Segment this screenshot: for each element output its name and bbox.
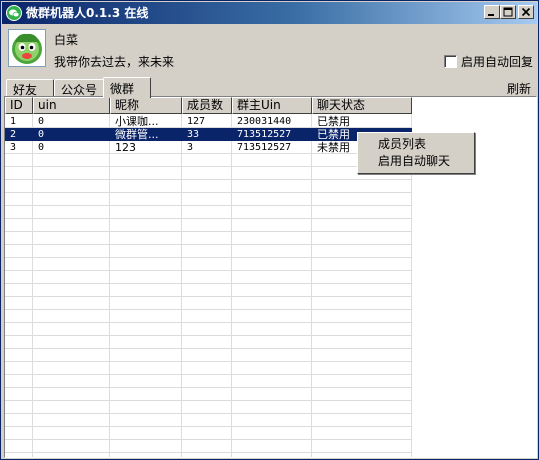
cell-member-count: 3 [187, 142, 194, 153]
cell-uin: 0 [38, 116, 45, 127]
table-row[interactable]: 1 0 小课咖... 127 230031440 已禁用 [5, 115, 412, 128]
window-title: 微群机器人0.1.3 在线 [26, 6, 149, 20]
cell-nickname: 微群管... [115, 128, 159, 141]
maximize-button[interactable] [500, 5, 516, 19]
tab-friends[interactable]: 好友 [6, 79, 54, 97]
minimize-icon [488, 14, 494, 16]
title-bar[interactable]: 微群机器人0.1.3 在线 [2, 2, 537, 24]
window-controls [484, 5, 534, 19]
cell-nickname: 123 [115, 141, 136, 154]
menu-item-enable-auto-chat[interactable]: 启用自动聊天 [358, 153, 474, 170]
cell-id: 1 [10, 116, 17, 127]
column-header-id[interactable]: ID [5, 97, 33, 114]
table-row-selected[interactable]: 2 0 微群管... 33 713512527 已禁用 [5, 128, 412, 141]
cell-member-count: 33 [187, 129, 200, 140]
tab-official-accounts[interactable]: 公众号 [54, 79, 104, 97]
tab-groups[interactable]: 微群 [103, 77, 151, 98]
close-button[interactable] [518, 5, 534, 19]
cell-owner-uin: 713512527 [237, 142, 292, 153]
avatar [8, 29, 46, 67]
tab-official-accounts-label: 公众号 [61, 83, 98, 97]
refresh-button[interactable]: 刷新 [507, 80, 531, 97]
signature: 我带你去过去，来未来 [54, 55, 175, 69]
column-header-nickname[interactable]: 昵称 [110, 97, 182, 114]
cell-id: 2 [10, 129, 17, 140]
cell-member-count: 127 [187, 116, 206, 127]
nickname: 白菜 [54, 33, 79, 47]
auto-reply-checkbox[interactable] [444, 55, 457, 68]
maximize-icon [503, 7, 513, 17]
wechat-icon [6, 5, 22, 21]
menu-item-member-list[interactable]: 成员列表 [358, 136, 474, 153]
column-header-uin[interactable]: uin [33, 97, 110, 114]
cell-uin: 0 [38, 129, 45, 140]
minimize-button[interactable] [484, 5, 500, 19]
green-cartoon-avatar-icon [9, 30, 45, 66]
cell-uin: 0 [38, 142, 45, 153]
context-menu: 成员列表 启用自动聊天 [357, 132, 475, 174]
tab-friends-label: 好友 [13, 83, 38, 97]
table-row[interactable]: 3 0 123 3 713512527 未禁用 [5, 141, 412, 154]
close-icon [521, 7, 531, 17]
cell-nickname: 小课咖... [115, 115, 159, 128]
cell-chat-status: 已禁用 [317, 115, 350, 128]
column-header-owner-uin[interactable]: 群主Uin [232, 97, 312, 114]
cell-owner-uin: 713512527 [237, 129, 292, 140]
auto-reply-label: 启用自动回复 [461, 55, 534, 69]
cell-id: 3 [10, 142, 17, 153]
auto-reply-toggle[interactable]: 启用自动回复 [444, 53, 533, 70]
cell-owner-uin: 230031440 [237, 116, 292, 127]
tab-groups-label: 微群 [110, 82, 135, 96]
column-header-member-count[interactable]: 成员数 [182, 97, 232, 114]
main-window: 微群机器人0.1.3 在线 白菜 我带你去过去，来未来 启用自动回复 好友 公众… [0, 0, 539, 460]
column-header-chat-status[interactable]: 聊天状态 [312, 97, 412, 114]
list-header: ID uin 昵称 成员数 群主Uin 聊天状态 [5, 97, 536, 114]
